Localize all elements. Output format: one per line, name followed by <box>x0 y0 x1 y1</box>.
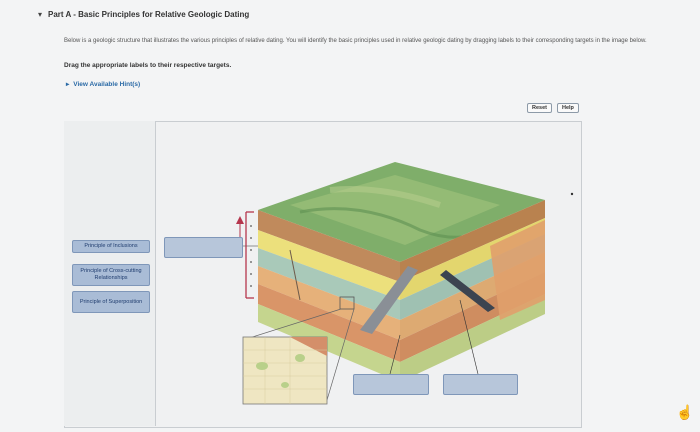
label-principle-of-superposition[interactable]: Principle of Superposition <box>72 291 150 313</box>
drop-target-3[interactable] <box>443 374 518 395</box>
hand-cursor-icon: ☝ <box>676 404 694 420</box>
label-principle-of-inclusions[interactable]: Principle of Inclusions <box>72 240 150 253</box>
drop-target-2[interactable] <box>353 374 429 395</box>
label-principle-of-cross-cutting[interactable]: Principle of Cross-cutting Relationships <box>72 264 150 286</box>
geologic-block-diagram <box>236 162 574 405</box>
drop-target-1[interactable] <box>164 237 243 258</box>
